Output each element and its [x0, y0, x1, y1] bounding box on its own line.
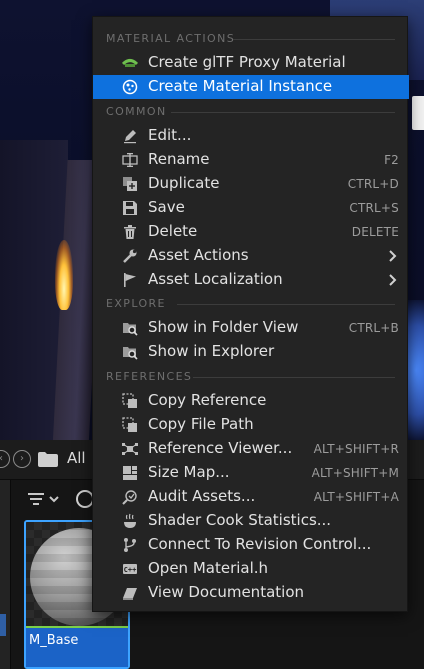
material-instance-icon [122, 79, 138, 95]
menu-item-view-documentation[interactable]: View Documentation [93, 581, 409, 605]
menu-item-label: Copy Reference [148, 391, 267, 409]
menu-item-label: Save [148, 198, 185, 216]
panel-divider[interactable] [10, 480, 11, 669]
menu-item-duplicate[interactable]: Duplicate CTRL+D [93, 172, 409, 196]
menu-item-label: Open Material.h [148, 559, 269, 577]
menu-item-label: Create Material Instance [148, 77, 333, 95]
menu-item-label: Audit Assets... [148, 487, 256, 505]
menu-item-label: Connect To Revision Control... [148, 535, 372, 553]
viewport-tooltip-panel [412, 96, 424, 130]
menu-item-label: Reference Viewer... [148, 439, 293, 457]
path-breadcrumb-all[interactable]: All [67, 449, 86, 467]
menu-item-audit-assets[interactable]: Audit Assets... ALT+SHIFT+A [93, 485, 409, 509]
flag-icon [124, 273, 136, 287]
section-header-explore: EXPLORE [93, 294, 409, 314]
delete-icon [124, 225, 136, 239]
menu-item-shortcut: DELETE [351, 225, 399, 239]
audit-icon [122, 490, 137, 505]
menu-item-shortcut: CTRL+D [347, 177, 399, 191]
menu-item-label: Create glTF Proxy Material [148, 53, 346, 71]
menu-item-label: Asset Localization [148, 270, 283, 288]
section-divider [171, 112, 395, 113]
submenu-arrow-icon [389, 274, 397, 286]
explorer-search-icon [123, 347, 138, 360]
menu-item-create-material-instance[interactable]: Create Material Instance [93, 75, 409, 99]
folder-search-icon [123, 323, 138, 336]
section-divider [177, 304, 395, 305]
reference-viewer-icon [122, 443, 138, 455]
copy-reference-icon [122, 393, 137, 408]
menu-item-label: Show in Folder View [148, 318, 299, 336]
section-divider [233, 39, 395, 40]
folder-icon[interactable] [38, 452, 58, 467]
svg-text:C++: C++ [124, 566, 137, 574]
viewport-torch-flame [55, 240, 73, 310]
menu-item-shortcut: ALT+SHIFT+M [311, 466, 399, 480]
section-header-material-actions: MATERIAL ACTIONS [93, 29, 409, 49]
menu-item-show-in-explorer[interactable]: Show in Explorer [93, 340, 409, 364]
section-header-common: COMMON [93, 102, 409, 122]
asset-name: M_Base [29, 633, 79, 648]
gltf-icon [122, 59, 138, 67]
size-map-icon [123, 466, 137, 480]
section-header-references: REFERENCES [93, 367, 409, 387]
section-label: EXPLORE [106, 297, 166, 310]
menu-item-label: View Documentation [148, 583, 304, 601]
section-label: COMMON [106, 105, 167, 118]
menu-item-copy-file-path[interactable]: Copy File Path [93, 413, 409, 437]
forward-icon[interactable]: › [13, 450, 31, 468]
duplicate-icon [123, 177, 137, 191]
save-icon [123, 201, 137, 215]
documentation-icon [123, 588, 137, 600]
menu-item-show-in-folder-view[interactable]: Show in Folder View CTRL+B [93, 316, 409, 340]
menu-item-label: Asset Actions [148, 246, 249, 264]
menu-item-shortcut: ALT+SHIFT+A [313, 490, 399, 504]
menu-item-edit[interactable]: Edit... [93, 124, 409, 148]
menu-item-rename[interactable]: Rename F2 [93, 148, 409, 172]
wrench-icon [123, 249, 137, 263]
section-divider [193, 377, 395, 378]
menu-item-shader-cook-statistics[interactable]: Shader Cook Statistics... [93, 509, 409, 533]
menu-item-label: Duplicate [148, 174, 220, 192]
menu-item-shortcut: F2 [384, 153, 399, 167]
menu-item-label: Rename [148, 150, 210, 168]
menu-item-asset-localization[interactable]: Asset Localization [93, 268, 409, 292]
menu-item-label: Copy File Path [148, 415, 254, 433]
sources-selection-marker [0, 614, 6, 636]
revision-control-icon [124, 538, 136, 552]
section-label: MATERIAL ACTIONS [106, 32, 236, 45]
menu-item-label: Show in Explorer [148, 342, 275, 360]
menu-item-shortcut: CTRL+B [348, 321, 399, 335]
asset-context-menu: MATERIAL ACTIONS Create glTF Proxy Mater… [92, 16, 409, 612]
menu-item-shortcut: CTRL+S [349, 201, 399, 215]
submenu-arrow-icon [389, 250, 397, 262]
menu-item-reference-viewer[interactable]: Reference Viewer... ALT+SHIFT+R [93, 437, 409, 461]
menu-item-save[interactable]: Save CTRL+S [93, 196, 409, 220]
menu-item-label: Edit... [148, 126, 192, 144]
rename-icon [122, 153, 138, 167]
menu-item-size-map[interactable]: Size Map... ALT+SHIFT+M [93, 461, 409, 485]
copy-path-icon [122, 417, 137, 432]
section-label: REFERENCES [106, 370, 193, 383]
sources-panel-strip [0, 480, 10, 669]
code-icon: C++ [123, 564, 137, 574]
shader-icon [124, 513, 136, 528]
menu-item-delete[interactable]: Delete DELETE [93, 220, 409, 244]
back-icon[interactable]: ‹ [0, 450, 10, 468]
menu-item-label: Size Map... [148, 463, 230, 481]
menu-item-create-gltf-proxy-material[interactable]: Create glTF Proxy Material [93, 51, 409, 75]
menu-item-open-material-h[interactable]: C++ Open Material.h [93, 557, 409, 581]
edit-icon [124, 130, 136, 144]
menu-item-copy-reference[interactable]: Copy Reference [93, 389, 409, 413]
filter-dropdown-icon[interactable] [26, 488, 66, 510]
menu-item-label: Delete [148, 222, 198, 240]
menu-item-shortcut: ALT+SHIFT+R [313, 442, 399, 456]
menu-item-label: Shader Cook Statistics... [148, 511, 332, 529]
menu-item-asset-actions[interactable]: Asset Actions [93, 244, 409, 268]
menu-item-connect-to-revision-control[interactable]: Connect To Revision Control... [93, 533, 409, 557]
